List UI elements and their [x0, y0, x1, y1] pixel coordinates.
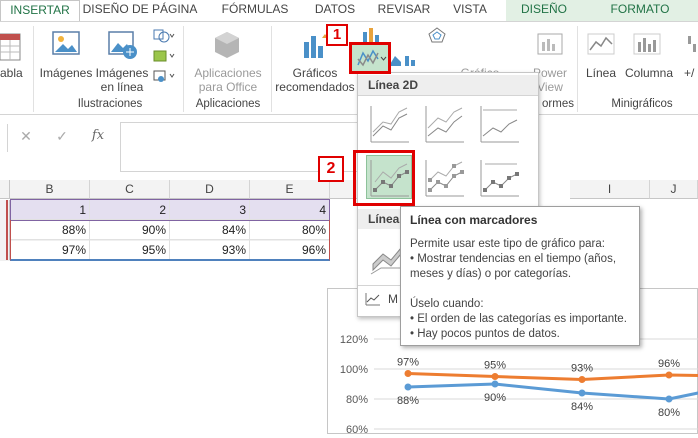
- tab-diseno[interactable]: DISEÑO: [506, 0, 582, 21]
- data-point: [665, 371, 673, 379]
- 100-stacked-line-markers-thumb[interactable]: [476, 155, 522, 199]
- data-label: 93%: [571, 363, 593, 375]
- data-point: [404, 370, 412, 377]
- selected-option-highlight: [353, 150, 415, 206]
- column-header-e[interactable]: E: [250, 180, 330, 199]
- data-point: [578, 376, 586, 383]
- category-range-outline: [10, 199, 330, 221]
- tabla-label[interactable]: abla: [0, 66, 30, 80]
- shapes-icon[interactable]: [152, 28, 176, 44]
- group-informes: ormes: [542, 98, 574, 110]
- column-header-i[interactable]: I: [570, 180, 650, 199]
- insert-function-icon[interactable]: fx: [86, 126, 110, 146]
- column-header-j[interactable]: J: [650, 180, 698, 199]
- tab-insertar[interactable]: INSERTAR: [0, 0, 80, 21]
- section-linea-2d: Línea 2D: [358, 75, 538, 95]
- store-icon[interactable]: [212, 28, 242, 62]
- tooltip-line-3: meses y días) o por categorías.: [410, 268, 572, 280]
- data-label: 97%: [397, 357, 419, 369]
- name-box[interactable]: [0, 124, 8, 152]
- tab-formulas[interactable]: FÓRMULAS: [210, 0, 300, 21]
- series-line: [407, 382, 698, 401]
- tooltip-spacer: [410, 282, 630, 297]
- cancel-icon[interactable]: ✕: [14, 126, 38, 146]
- step-badge-1: 1: [326, 24, 348, 46]
- linea-sparkline-button[interactable]: Línea: [582, 66, 620, 80]
- group-minigraficos: Minigráficos: [611, 98, 673, 110]
- tooltip-title: Línea con marcadores: [410, 213, 538, 227]
- imagenes-en-linea-label-1[interactable]: Imágenes: [94, 66, 150, 80]
- y-tick-label: 100%: [340, 364, 368, 376]
- line-chart-icon: [357, 49, 387, 67]
- sparkline-line-icon[interactable]: [586, 30, 616, 60]
- online-pictures-icon[interactable]: [106, 28, 138, 62]
- data-point: [665, 395, 673, 403]
- value-range-outline: [10, 220, 330, 261]
- data-label: 80%: [658, 407, 680, 419]
- tooltip-line-5: Úselo cuando:: [410, 298, 484, 310]
- tab-vista[interactable]: VISTA: [440, 0, 500, 21]
- tooltip-line-7: • Hay pocos puntos de datos.: [410, 328, 560, 340]
- stacked-line-markers-thumb[interactable]: [421, 155, 467, 199]
- data-label: 84%: [571, 401, 593, 413]
- data-label: 96%: [658, 358, 680, 370]
- aplicaciones-label-1[interactable]: Aplicaciones: [188, 66, 268, 80]
- tab-diseno-pagina[interactable]: DISEÑO DE PÁGINA: [80, 0, 200, 21]
- group-ilustraciones: Ilustraciones: [77, 98, 143, 110]
- data-label: 90%: [484, 392, 506, 404]
- radar-chart-icon[interactable]: [425, 26, 449, 44]
- chart-type-tooltip: Línea con marcadores Permite usar este t…: [400, 206, 640, 346]
- insert-line-chart-button[interactable]: [349, 42, 391, 74]
- y-tick-label: 80%: [346, 394, 368, 406]
- data-point: [491, 380, 499, 388]
- data-point: [578, 389, 586, 397]
- series-line: [407, 372, 698, 381]
- smartart-icon[interactable]: [152, 48, 176, 64]
- y-tick-label: 60%: [346, 424, 368, 435]
- enter-icon[interactable]: ✓: [50, 126, 74, 146]
- table-icon[interactable]: [0, 30, 24, 66]
- sparkline-column-icon[interactable]: [632, 30, 662, 60]
- imagenes-en-linea-label-2[interactable]: en línea: [94, 80, 150, 94]
- screenshot-icon[interactable]: [152, 68, 176, 84]
- graficos-recomendados-label-1[interactable]: Gráficos: [272, 66, 358, 80]
- group-aplicaciones: Aplicaciones: [195, 98, 261, 110]
- stacked-line-thumb[interactable]: [421, 101, 467, 145]
- line-chart-thumb[interactable]: [366, 101, 412, 145]
- select-all-corner[interactable]: [0, 180, 10, 199]
- section-lineas-3d: Líneas: [358, 209, 406, 229]
- data-label: 88%: [397, 395, 419, 407]
- columna-sparkline-button[interactable]: Columna: [622, 66, 676, 80]
- tooltip-line-1: Permite usar este tipo de gráfico para:: [410, 238, 605, 250]
- column-header-b[interactable]: B: [10, 180, 90, 199]
- imagenes-button[interactable]: Imágenes: [38, 66, 94, 80]
- data-point: [491, 373, 499, 380]
- sparkline-winloss-icon[interactable]: [686, 30, 698, 60]
- aplicaciones-label-2[interactable]: para Office: [188, 80, 268, 94]
- ganancia-perdida-label[interactable]: +/: [684, 66, 698, 80]
- tab-revisar[interactable]: REVISAR: [370, 0, 438, 21]
- column-header-d[interactable]: D: [170, 180, 250, 199]
- 100-stacked-line-thumb[interactable]: [476, 101, 522, 145]
- pictures-icon[interactable]: [50, 28, 82, 62]
- y-tick-label: 120%: [340, 334, 368, 346]
- tooltip-line-2: • Mostrar tendencias en el tiempo (años,: [410, 253, 617, 265]
- tab-datos[interactable]: DATOS: [305, 0, 365, 21]
- graficos-recomendados-label-2[interactable]: recomendados: [272, 80, 358, 94]
- step-badge-2: 2: [318, 156, 344, 182]
- formula-bar-area: ✕ ✓ fx: [0, 116, 698, 176]
- data-label: 95%: [484, 360, 506, 372]
- tooltip-line-6: • El orden de las categorías es importan…: [410, 313, 627, 325]
- more-line-charts-label[interactable]: M: [388, 292, 398, 306]
- data-point: [404, 383, 412, 391]
- power-view-icon[interactable]: [536, 30, 564, 60]
- tab-formato[interactable]: FORMATO: [582, 0, 698, 21]
- ribbon-tab-bar: INSERTAR DISEÑO DE PÁGINA FÓRMULAS DATOS…: [0, 0, 698, 21]
- column-header-c[interactable]: C: [90, 180, 170, 199]
- more-line-charts-icon[interactable]: [364, 291, 382, 307]
